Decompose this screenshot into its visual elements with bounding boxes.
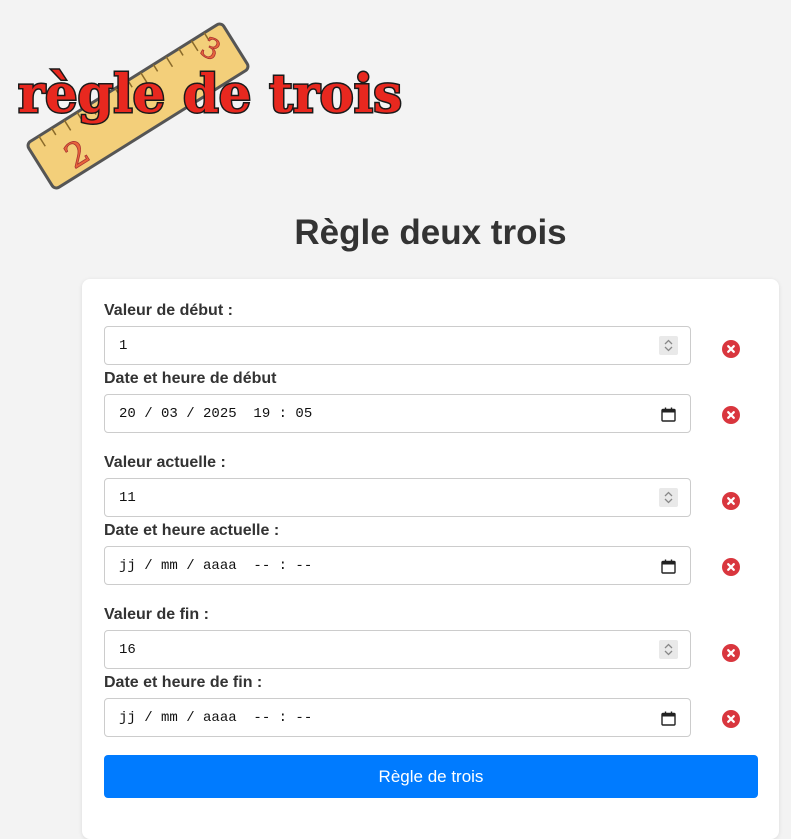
clear-start-value-button[interactable] xyxy=(722,340,740,358)
current-datetime-text: jj / mm / aaaa -- : -- xyxy=(119,558,313,574)
clear-icon xyxy=(727,411,735,419)
clear-icon xyxy=(727,563,735,571)
page-title: Règle deux trois xyxy=(294,213,567,252)
start-datetime-label: Date et heure de début xyxy=(104,370,277,387)
start-datetime-text: 20 / 03 / 2025 19 : 05 xyxy=(119,406,313,422)
current-value-text: 11 xyxy=(119,490,136,506)
clear-current-datetime-button[interactable] xyxy=(722,558,740,576)
end-value-text: 16 xyxy=(119,642,136,658)
clear-icon xyxy=(727,649,735,657)
spinner-icon[interactable] xyxy=(659,640,678,659)
start-value-text: 1 xyxy=(119,338,128,354)
logo: 2 3 règle de trois xyxy=(10,8,410,190)
calculate-button[interactable]: Règle de trois xyxy=(104,755,758,798)
clear-end-datetime-button[interactable] xyxy=(722,710,740,728)
clear-current-value-button[interactable] xyxy=(722,492,740,510)
logo-graphic: 2 3 règle de trois xyxy=(17,22,404,190)
end-datetime-text: jj / mm / aaaa -- : -- xyxy=(119,710,313,726)
current-datetime-label: Date et heure actuelle : xyxy=(104,522,280,539)
end-datetime-input[interactable]: jj / mm / aaaa -- : -- xyxy=(104,698,691,737)
end-value-label: Valeur de fin : xyxy=(104,606,209,623)
clear-icon xyxy=(727,715,735,723)
clear-start-datetime-button[interactable] xyxy=(722,406,740,424)
start-value-label: Valeur de début : xyxy=(104,302,233,319)
spinner-icon[interactable] xyxy=(659,488,678,507)
logo-text: règle de trois xyxy=(18,64,402,125)
clear-end-value-button[interactable] xyxy=(722,644,740,662)
current-value-input[interactable]: 11 xyxy=(104,478,691,517)
clear-icon xyxy=(727,345,735,353)
current-datetime-input[interactable]: jj / mm / aaaa -- : -- xyxy=(104,546,691,585)
spinner-icon[interactable] xyxy=(659,336,678,355)
start-datetime-input[interactable]: 20 / 03 / 2025 19 : 05 xyxy=(104,394,691,433)
calendar-icon[interactable] xyxy=(661,407,676,422)
current-value-label: Valeur actuelle : xyxy=(104,454,226,471)
clear-icon xyxy=(727,497,735,505)
end-datetime-label: Date et heure de fin : xyxy=(104,674,263,691)
calendar-icon[interactable] xyxy=(661,711,676,726)
start-value-input[interactable]: 1 xyxy=(104,326,691,365)
calendar-icon[interactable] xyxy=(661,559,676,574)
end-value-input[interactable]: 16 xyxy=(104,630,691,669)
rule-of-three-form: Valeur de début : 1 Date et heure de déb… xyxy=(82,279,779,839)
